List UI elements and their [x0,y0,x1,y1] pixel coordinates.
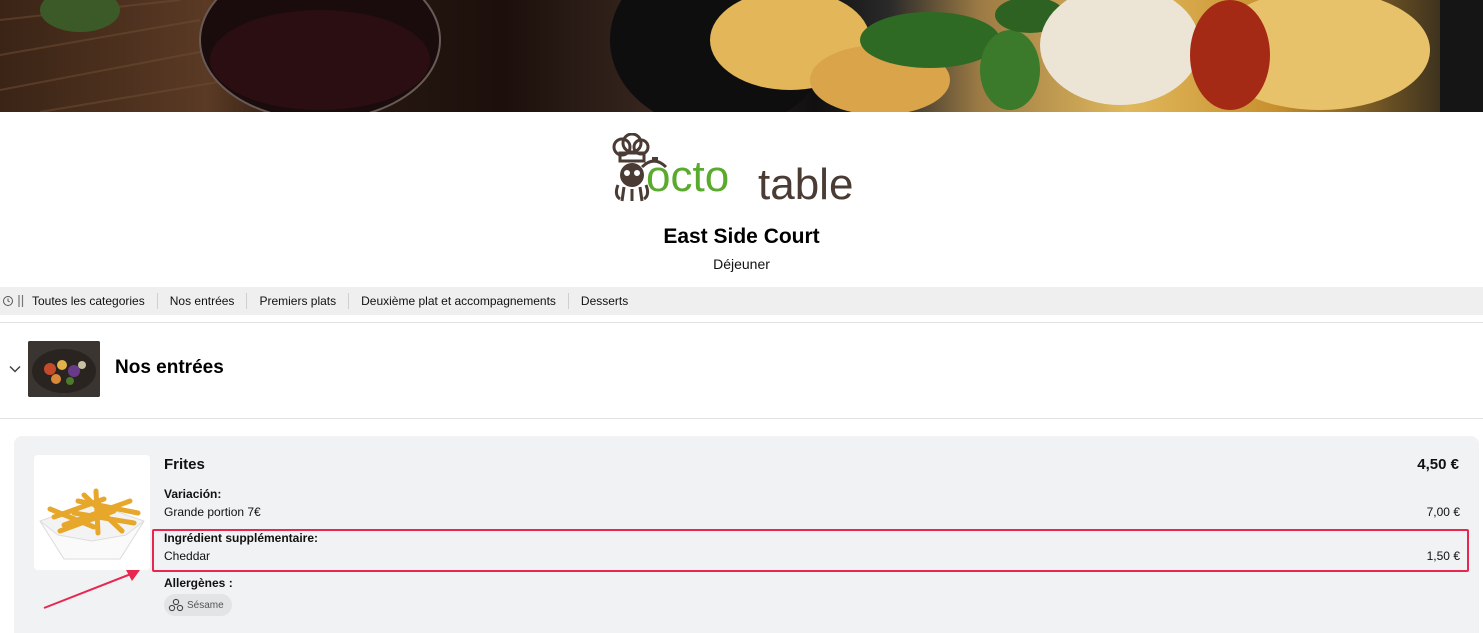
section-title: Nos entrées [115,357,224,378]
section-thumbnail [28,341,100,397]
restaurant-name: East Side Court [663,225,820,248]
item-image [34,455,150,570]
chevron-down-icon[interactable] [8,362,22,376]
category-nav-icons [0,294,26,308]
logo-table-text: table [758,160,853,205]
variation-option: Grande portion 7€ [164,505,261,519]
divider [0,418,1483,419]
allergen-chip-sesame: Sésame [164,594,232,616]
category-nav: Toutes les categories Nos entrées Premie… [0,287,1483,315]
variation-option-price: 7,00 € [1426,505,1460,519]
hero-banner-image [0,0,1483,112]
clock-icon [3,296,13,306]
divider [0,322,1483,323]
item-price: 4,50 € [1417,456,1459,473]
category-desserts[interactable]: Desserts [569,293,640,309]
logo-octo-text: octo [646,152,729,201]
variation-label: Variación: [164,487,222,501]
annotation-arrow-icon [43,570,140,609]
category-premiers-plats[interactable]: Premiers plats [247,293,350,309]
highlight-annotation-box [152,529,1469,572]
allergen-label: Sésame [187,599,224,611]
category-all[interactable]: Toutes les categories [26,293,158,309]
allergens-label: Allergènes : [164,576,233,590]
cutlery-icon [18,295,24,307]
service-name: Déjeuner [713,256,770,272]
category-deuxieme-plat[interactable]: Deuxième plat et accompagnements [349,293,569,309]
item-name: Frites [164,456,205,473]
octotable-logo: octo table [610,132,890,209]
category-entrees[interactable]: Nos entrées [158,293,248,309]
sesame-icon [168,598,184,612]
